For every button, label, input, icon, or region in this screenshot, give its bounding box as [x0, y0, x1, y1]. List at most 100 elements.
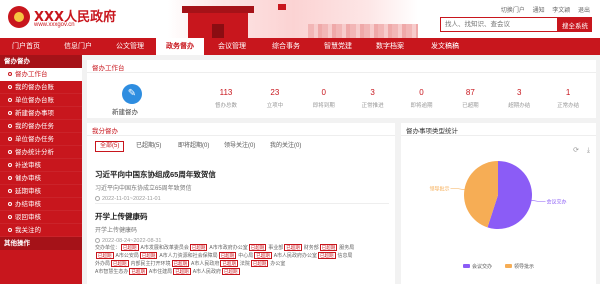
sidebar-item[interactable]: 催办审核: [0, 172, 82, 185]
emblem-logo: [8, 6, 30, 28]
circle-icon: [8, 98, 12, 103]
main-content: 督办工作台 ✎ 新建督办 113 督办总数 23 立项中 0 即将到期 3 正常推进 0 即将逾期…: [87, 60, 596, 284]
circle-icon: [8, 176, 12, 181]
sidebar-item[interactable]: 驳回审核: [0, 211, 82, 224]
stat-item[interactable]: 1 正常办结: [547, 88, 589, 109]
stat-item[interactable]: 0 即将逾期: [401, 88, 443, 109]
circle-icon: [8, 228, 12, 233]
new-supervision-label[interactable]: 新建督办: [112, 106, 138, 116]
nav-item[interactable]: 综合事务: [260, 38, 312, 55]
item-date: 2022-11-01~2022-11-01: [95, 196, 389, 202]
filter-tab[interactable]: 全部(5): [95, 141, 125, 152]
nav-item[interactable]: 发文稿稿: [416, 38, 474, 55]
nav-item[interactable]: 信息门户: [52, 38, 104, 55]
type-stat-card: 督办事项类型统计 ⟳ ⤓ 会议交办 领导批示 会议交办 领导批示: [401, 123, 596, 284]
divider: [87, 135, 395, 136]
new-supervision-button[interactable]: ✎: [122, 84, 142, 104]
stat-label: 正常推进: [361, 103, 384, 109]
overdue-tag: 已超期: [129, 268, 147, 275]
clock-icon: [95, 196, 100, 202]
list-item[interactable]: 习近平向中国东协组成65周年致贺信 习近平向中国东协成立65周年致贺信 2022…: [95, 169, 389, 202]
stat-value: 3: [370, 88, 375, 97]
nav-item[interactable]: 政务督办: [156, 38, 204, 55]
search-button[interactable]: 搜全系统: [558, 17, 592, 32]
user-name-link[interactable]: 李文颖: [552, 8, 570, 14]
department-row: A市智慧生态办 已超期 A市住建局 已超期 A市人民政府 已超期: [95, 268, 389, 276]
sidebar-item-label: 补送审核: [15, 162, 41, 169]
department-name: A市人民政府: [191, 261, 220, 267]
legend-label[interactable]: 领导批示: [514, 263, 534, 270]
clock-icon: [95, 238, 100, 244]
sidebar-item[interactable]: 督办统计分析: [0, 146, 82, 159]
sidebar-item[interactable]: 督办工作台: [0, 68, 82, 81]
circle-icon: [8, 215, 12, 220]
top-links: 切换门户 通知 李文颖 退出: [495, 5, 590, 14]
stat-item[interactable]: 0 即将到期: [303, 88, 345, 109]
filter-tab[interactable]: 领导关注(0): [219, 141, 260, 152]
sidebar-footer-group[interactable]: 其他操作: [0, 237, 82, 250]
notice-link[interactable]: 通知: [533, 8, 545, 14]
department-name: A市人民政府办公室: [273, 253, 318, 259]
nav-item[interactable]: 公文管理: [104, 38, 156, 55]
switch-portal-link[interactable]: 切换门户: [501, 8, 525, 14]
circle-icon: [8, 150, 12, 155]
my-supervision-title: 我分督办: [92, 128, 118, 135]
nav-item[interactable]: 智慧党建: [312, 38, 364, 55]
stat-item[interactable]: 23 立项中: [254, 88, 296, 109]
site-url: www.xxxgov.cn: [34, 22, 75, 28]
sidebar-item[interactable]: 单位督办任务: [0, 133, 82, 146]
sidebar-item[interactable]: 我的督办台账: [0, 81, 82, 94]
item-title[interactable]: 习近平向中国东协组成65周年致贺信: [95, 169, 389, 180]
stat-value: 87: [465, 88, 475, 97]
search-input[interactable]: [440, 17, 558, 32]
department-name: 办公室: [270, 261, 286, 267]
stat-value: 113: [219, 88, 233, 97]
stat-item[interactable]: 113 督办总数: [205, 88, 247, 109]
nav-item[interactable]: 数字档案: [364, 38, 416, 55]
circle-icon: [8, 111, 12, 116]
sidebar-item[interactable]: 我关注的: [0, 224, 82, 237]
item-subtitle: 习近平向中国东协成立65周年致贺信: [95, 186, 192, 192]
sidebar-item[interactable]: 延期审核: [0, 185, 82, 198]
workbench-card: 督办工作台 ✎ 新建督办 113 督办总数 23 立项中 0 即将到期 3 正常推进 0 即将逾期…: [87, 60, 596, 118]
overdue-tag: 已超期: [111, 260, 129, 267]
pie-leader-line: [531, 200, 546, 202]
sidebar-item[interactable]: 我的督办任务: [0, 120, 82, 133]
stats-row: 113 督办总数 23 立项中 0 即将到期 3 正常推进 0 即将逾期 87 已超期 3 超期办结 1 正常…: [205, 88, 596, 114]
overdue-tag: 已超期: [284, 244, 302, 251]
legend-label[interactable]: 会议交办: [472, 263, 492, 270]
filter-tab[interactable]: 即将超期(0): [173, 141, 214, 152]
department-row: 已超期 A市公安局 已超期 A市人力资源和社会保障局 已超期 中心局 已超期 A市人民政府办公…: [95, 252, 389, 260]
overdue-tag: 已超期: [171, 260, 190, 267]
stat-item[interactable]: 87 已超期: [449, 88, 491, 109]
item-title[interactable]: 开学上传健康码: [95, 211, 389, 222]
department-name: A市住建局: [148, 269, 173, 275]
logout-link[interactable]: 退出: [578, 8, 590, 14]
overdue-tag: 已超期: [139, 252, 158, 259]
sidebar-item[interactable]: 补送审核: [0, 159, 82, 172]
department-name: 中心局: [238, 253, 254, 259]
department-name: A市市政府办公室: [209, 245, 248, 251]
department-name: 交办单位：: [95, 245, 121, 251]
sidebar-item-label: 我的督办任务: [15, 123, 54, 130]
stat-item[interactable]: 3 正常推进: [352, 88, 394, 109]
filter-tab[interactable]: 已超期(5): [131, 141, 166, 152]
list-item[interactable]: 开学上传健康码 开学上传健康码 2022-08-24~2022-08-31: [95, 211, 389, 244]
nav-item[interactable]: 会议管理: [204, 38, 260, 55]
nav-item[interactable]: 门户首页: [0, 38, 52, 55]
sidebar-item-label: 新建督办事项: [15, 110, 54, 117]
legend-swatch[interactable]: [505, 264, 512, 268]
overdue-tag: 已超期: [248, 244, 267, 251]
legend-swatch[interactable]: [463, 264, 470, 268]
sidebar-item-label: 办结审核: [15, 201, 41, 208]
stat-item[interactable]: 3 超期办结: [498, 88, 540, 109]
sidebar-group-title[interactable]: 督办督办: [0, 55, 82, 68]
sidebar-item-label: 单位督办台账: [15, 97, 54, 104]
filter-tab[interactable]: 我的关注(0): [265, 141, 306, 152]
sidebar-item[interactable]: 单位督办台账: [0, 94, 82, 107]
sidebar-item[interactable]: 新建督办事项: [0, 107, 82, 120]
stat-label: 超期办结: [508, 103, 531, 109]
sidebar-item[interactable]: 办结审核: [0, 198, 82, 211]
divider: [87, 72, 596, 73]
department-name: A市人民政府: [192, 269, 222, 275]
